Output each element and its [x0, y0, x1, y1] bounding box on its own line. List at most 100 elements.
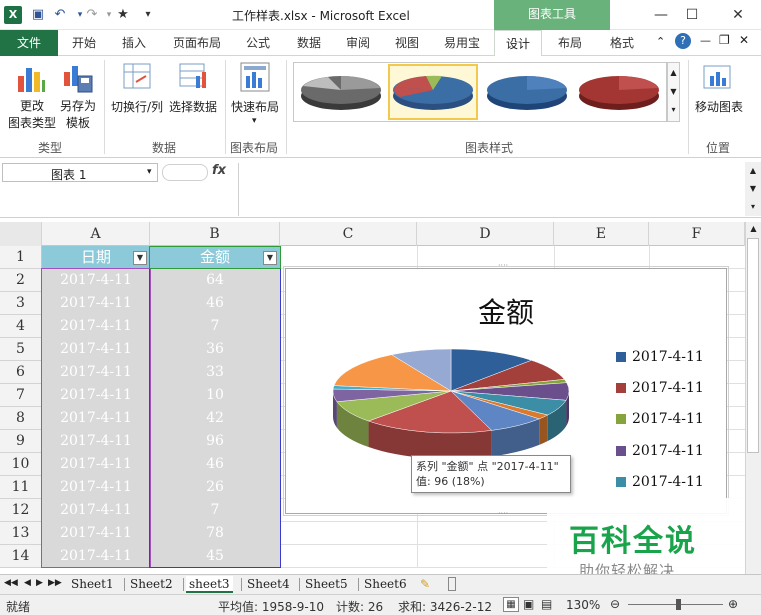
tab-layout[interactable]: 布局 [558, 34, 582, 51]
row-header[interactable]: 8 [0, 407, 42, 430]
tab-view[interactable]: 视图 [395, 34, 419, 51]
column-header-d[interactable]: D [417, 222, 554, 246]
row-header[interactable]: 13 [0, 522, 42, 545]
customize-qat-icon[interactable]: ▾ [140, 7, 156, 23]
sheet-tab-sheet3[interactable]: sheet3 [186, 576, 233, 593]
switch-row-column-label[interactable]: 切换行/列 [108, 98, 166, 115]
tab-home[interactable]: 开始 [72, 34, 96, 51]
last-sheet-icon[interactable]: ▶▶ [48, 578, 62, 588]
collapse-ribbon-icon[interactable]: ⌃ [656, 35, 665, 48]
name-box[interactable]: 图表 1 ▾ [2, 163, 158, 182]
row-header[interactable]: 1 [0, 246, 42, 269]
tab-split-handle[interactable] [448, 577, 456, 591]
chart-resize-handle-top[interactable]: ···· [498, 262, 514, 270]
column-header-c[interactable]: C [280, 222, 417, 246]
chart-style-4[interactable] [576, 66, 662, 118]
tab-file[interactable]: 文件 [0, 30, 58, 56]
gallery-more-icon[interactable]: ▾ [668, 101, 679, 119]
row-header[interactable]: 9 [0, 430, 42, 453]
formula-expand-icon[interactable]: ▾ [745, 198, 761, 216]
select-data-icon[interactable] [178, 62, 210, 92]
sheet-tab-sheet6[interactable]: Sheet6 [361, 576, 410, 593]
row-header[interactable]: 4 [0, 315, 42, 338]
save-template-label-2[interactable]: 模板 [56, 114, 100, 131]
chart-resize-handle-bottom[interactable]: ···· [498, 510, 514, 518]
select-data-label[interactable]: 选择数据 [166, 98, 220, 115]
row-header[interactable]: 3 [0, 292, 42, 315]
gallery-scroll[interactable]: ▲ ▼ ▾ [667, 62, 680, 122]
column-header-f[interactable]: F [649, 222, 745, 246]
chart-style-1[interactable] [298, 66, 384, 118]
tab-review[interactable]: 审阅 [346, 34, 370, 51]
gallery-up-icon[interactable]: ▲ [668, 63, 679, 82]
formula-up-icon[interactable]: ▲ [745, 162, 761, 180]
row-header[interactable]: 14 [0, 545, 42, 568]
tab-design[interactable]: 设计 [494, 30, 542, 57]
sheet-tab-sheet4[interactable]: Sheet4 [244, 576, 293, 593]
change-chart-type-label-1[interactable]: 更改 [7, 97, 57, 114]
formula-splitter[interactable] [162, 164, 208, 181]
quick-layout-label[interactable]: 快速布局 [228, 98, 282, 115]
select-all-corner[interactable] [0, 222, 42, 246]
tab-data[interactable]: 数据 [297, 34, 321, 51]
move-chart-icon[interactable] [702, 64, 734, 92]
change-chart-type-icon[interactable] [16, 62, 46, 94]
insert-function-icon[interactable]: fx [212, 163, 226, 178]
vertical-scroll-thumb[interactable] [747, 238, 759, 453]
help-icon[interactable]: ? [675, 33, 691, 49]
next-sheet-icon[interactable]: ▶ [36, 578, 43, 588]
filter-dropdown-icon[interactable]: ▼ [133, 251, 147, 265]
zoom-in-icon[interactable]: ⊕ [728, 597, 738, 611]
gallery-down-icon[interactable]: ▼ [668, 82, 679, 101]
zoom-out-icon[interactable]: ⊖ [610, 597, 620, 611]
formula-scroll[interactable]: ▲ ▼ ▾ [745, 162, 761, 216]
row-header[interactable]: 12 [0, 499, 42, 522]
excel-app-icon[interactable]: X [4, 6, 22, 24]
row-header[interactable]: 2 [0, 269, 42, 292]
tab-yiyongbao[interactable]: 易用宝 [444, 34, 480, 51]
tab-format[interactable]: 格式 [610, 34, 634, 51]
column-header-b[interactable]: B [150, 222, 280, 246]
normal-view-icon[interactable]: ▦ [503, 597, 519, 612]
sheet-tab-sheet1[interactable]: Sheet1 [68, 576, 117, 593]
page-break-view-icon[interactable]: ▤ [541, 597, 552, 611]
row-header[interactable]: 7 [0, 384, 42, 407]
quick-layout-dropdown-icon[interactable]: ▾ [252, 116, 257, 126]
save-template-label-1[interactable]: 另存为 [56, 97, 100, 114]
scroll-up-icon[interactable]: ▲ [746, 222, 761, 236]
workbook-minimize-icon[interactable]: — [700, 34, 711, 47]
zoom-slider-thumb[interactable] [676, 599, 681, 610]
formula-input[interactable] [238, 163, 743, 216]
row-header[interactable]: 11 [0, 476, 42, 499]
row-header[interactable]: 6 [0, 361, 42, 384]
redo-icon[interactable]: ↷ [84, 7, 100, 23]
first-sheet-icon[interactable]: ◀◀ [4, 578, 18, 588]
page-layout-view-icon[interactable]: ▣ [523, 597, 534, 611]
sheet-tab-sheet2[interactable]: Sheet2 [127, 576, 176, 593]
save-template-icon[interactable] [62, 62, 94, 94]
prev-sheet-icon[interactable]: ◀ [24, 578, 31, 588]
tab-insert[interactable]: 插入 [122, 34, 146, 51]
column-header-a[interactable]: A [42, 222, 150, 246]
save-icon[interactable]: ▣ [30, 7, 46, 23]
chart-style-2-selected[interactable] [388, 64, 478, 120]
formula-down-icon[interactable]: ▼ [745, 180, 761, 198]
row-header[interactable]: 10 [0, 453, 42, 476]
workbook-close-icon[interactable]: ✕ [739, 33, 749, 47]
workbook-restore-icon[interactable]: ❐ [719, 33, 730, 47]
move-chart-label[interactable]: 移动图表 [692, 98, 746, 115]
change-chart-type-label-2[interactable]: 图表类型 [3, 114, 61, 131]
chart-style-3[interactable] [484, 66, 570, 118]
insert-sheet-icon[interactable]: ✎ [420, 577, 430, 591]
name-box-dropdown-icon[interactable]: ▾ [147, 167, 152, 177]
sheet-tab-sheet5[interactable]: Sheet5 [302, 576, 351, 593]
row-header[interactable]: 5 [0, 338, 42, 361]
structure-icon[interactable]: ★ [115, 7, 131, 23]
undo-icon[interactable]: ↶ [52, 7, 68, 23]
switch-row-column-icon[interactable] [122, 62, 154, 92]
quick-layout-icon[interactable] [240, 62, 270, 94]
close-icon[interactable]: ✕ [718, 0, 758, 30]
zoom-level[interactable]: 130% [566, 598, 600, 612]
tab-page-layout[interactable]: 页面布局 [173, 34, 221, 51]
column-header-e[interactable]: E [554, 222, 649, 246]
